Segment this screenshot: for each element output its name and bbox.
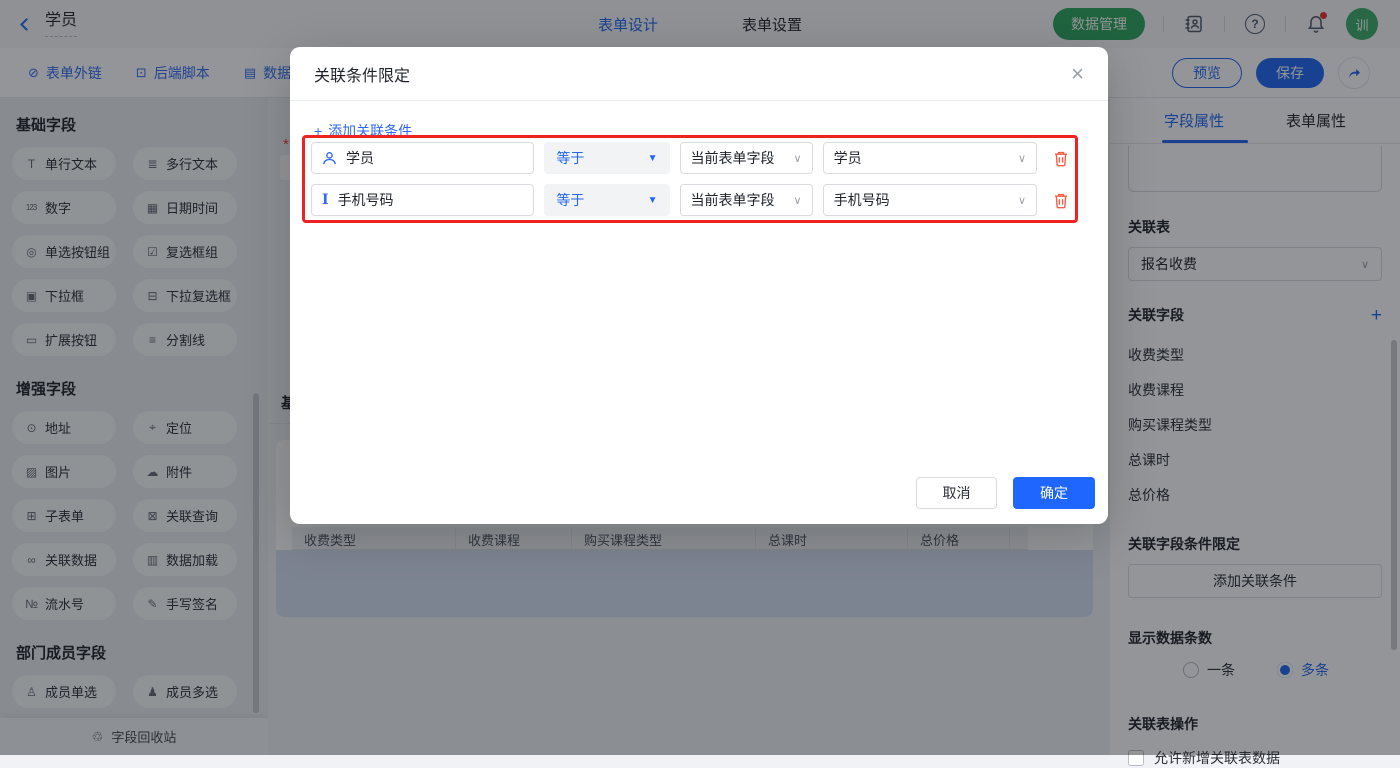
delete-condition-icon[interactable] bbox=[1053, 192, 1069, 209]
caret-down-icon: ▼ bbox=[648, 153, 658, 164]
modal-body: + 添加关联条件 学员 等于 ▼ bbox=[290, 101, 1108, 141]
caret-down-icon: ▼ bbox=[648, 195, 658, 206]
person-icon bbox=[322, 151, 337, 166]
chevron-down-icon: ∨ bbox=[794, 152, 802, 165]
relation-condition-modal: 关联条件限定 × + 添加关联条件 学员 等于 bbox=[290, 47, 1108, 524]
source-select[interactable]: 当前表单字段 ∨ bbox=[680, 142, 813, 174]
modal-footer: 取消 确定 bbox=[916, 477, 1095, 509]
field-input[interactable]: 学员 bbox=[311, 142, 534, 174]
red-annotation-box: 学员 等于 ▼ 当前表单字段 ∨ 学员 ∨ bbox=[302, 135, 1078, 223]
delete-condition-icon[interactable] bbox=[1053, 150, 1069, 167]
chevron-down-icon: ∨ bbox=[1018, 152, 1026, 165]
value-select[interactable]: 手机号码 ∨ bbox=[823, 184, 1037, 216]
close-icon[interactable]: × bbox=[1071, 63, 1084, 85]
operator-select[interactable]: 等于 ▼ bbox=[544, 184, 669, 216]
value-select[interactable]: 学员 ∨ bbox=[823, 142, 1037, 174]
field-input[interactable]: I 手机号码 bbox=[311, 184, 534, 216]
modal-header: 关联条件限定 × bbox=[290, 47, 1108, 101]
confirm-button[interactable]: 确定 bbox=[1013, 477, 1095, 509]
chevron-down-icon: ∨ bbox=[1018, 194, 1026, 207]
text-field-icon: I bbox=[322, 192, 329, 208]
source-select[interactable]: 当前表单字段 ∨ bbox=[680, 184, 813, 216]
operator-select[interactable]: 等于 ▼ bbox=[544, 142, 669, 174]
chevron-down-icon: ∨ bbox=[794, 194, 802, 207]
condition-row: I 手机号码 等于 ▼ 当前表单字段 ∨ 手机号码 ∨ bbox=[311, 184, 1069, 216]
condition-row: 学员 等于 ▼ 当前表单字段 ∨ 学员 ∨ bbox=[311, 142, 1069, 174]
modal-title: 关联条件限定 bbox=[314, 62, 410, 86]
cancel-button[interactable]: 取消 bbox=[916, 477, 997, 509]
